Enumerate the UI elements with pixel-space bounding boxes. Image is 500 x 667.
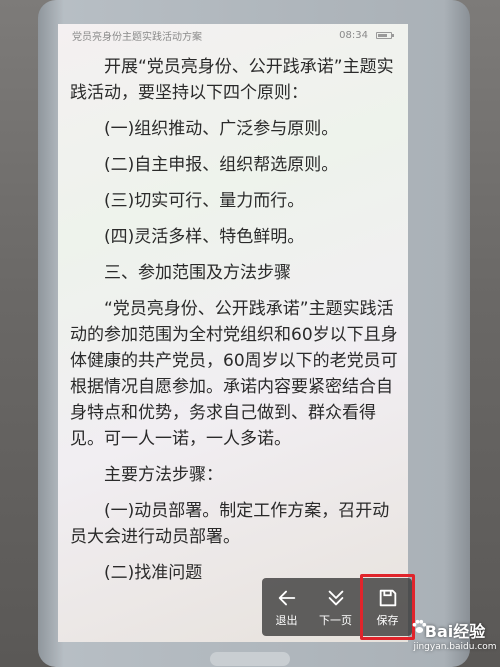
paragraph: 主要方法步骤：: [104, 465, 223, 485]
paragraph: (一)组织推动、广泛参与原则。: [104, 119, 339, 139]
document-body: 开展“党员亮身份、公开践承诺”主题实践活动，要坚持以下四个原则： (一)组织推动…: [70, 54, 400, 586]
reader-toolbar: 退出 下一页 保存: [262, 574, 415, 640]
watermark-title: Bai经验: [424, 622, 486, 641]
next-page-label: 下一页: [319, 613, 352, 627]
battery-icon: [376, 31, 394, 39]
save-button[interactable]: 保存: [360, 574, 415, 640]
watermark: Bai经验 jingyan.baidu.com: [412, 606, 498, 664]
exit-button[interactable]: 退出: [262, 578, 311, 636]
section-heading: 三、参加范围及方法步骤: [104, 263, 291, 283]
paragraph: (三)切实可行、量力而行。: [104, 191, 305, 211]
save-label: 保存: [376, 613, 399, 627]
exit-label: 退出: [275, 613, 298, 627]
next-page-button[interactable]: 下一页: [311, 578, 360, 636]
status-bar: 党员亮身份主题实践活动方案 08:34: [58, 24, 408, 46]
paragraph: (二)自主申报、组织帮选原则。: [104, 155, 339, 175]
screen: 党员亮身份主题实践活动方案 08:34 开展“党员亮身份、公开践承诺”主题实践活…: [58, 24, 408, 642]
paragraph: 开展“党员亮身份、公开践承诺”主题实践活动，要坚持以下四个原则：: [70, 57, 394, 103]
double-chevron-down-icon: [328, 590, 343, 605]
paragraph: (一)动员部署。制定工作方案，召开动员大会进行动员部署。: [70, 501, 390, 547]
paragraph: “党员亮身份、公开践承诺”主题实践活动的参加范围为全村党组织和60岁以下且身体健…: [70, 299, 398, 449]
watermark-url: jingyan.baidu.com: [413, 642, 497, 652]
arrow-left-icon: [278, 590, 295, 605]
document-title: 党员亮身份主题实践活动方案: [72, 31, 202, 43]
floppy-disk-icon: [379, 589, 396, 606]
status-right: 08:34: [339, 29, 394, 41]
paw-icon: [412, 619, 427, 633]
clock: 08:34: [339, 29, 368, 41]
paragraph: (四)灵活多样、特色鲜明。: [104, 227, 305, 247]
home-button[interactable]: [210, 652, 290, 666]
